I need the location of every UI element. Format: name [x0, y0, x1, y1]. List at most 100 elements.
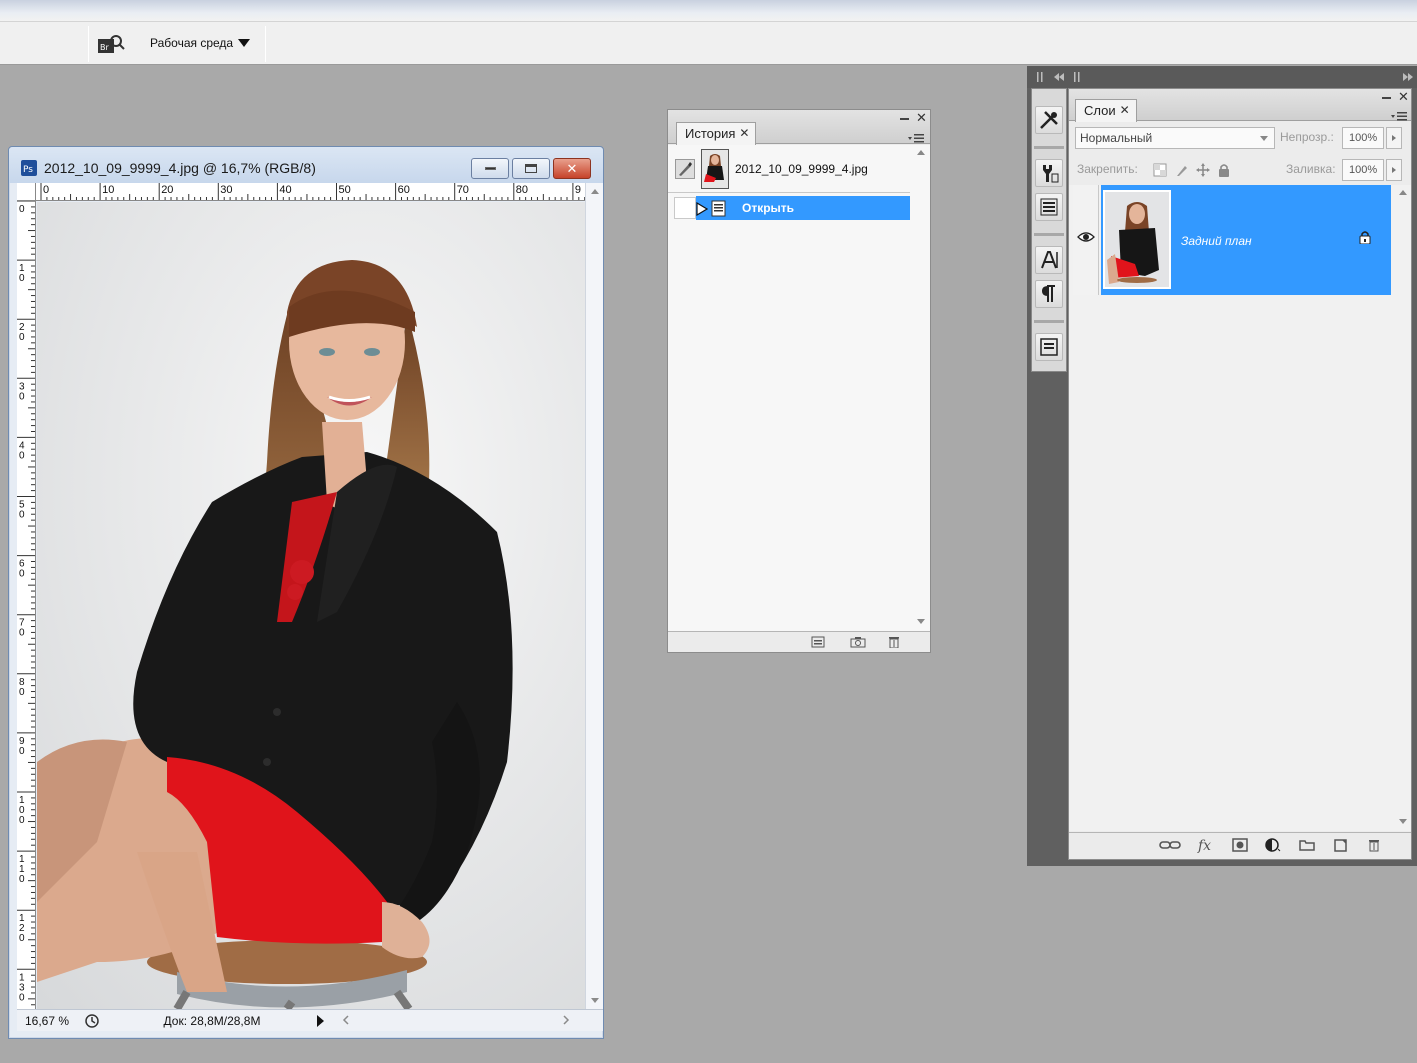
history-panel-header[interactable]: История ✕ ✕ [668, 110, 930, 145]
ruler-label: 10 [102, 184, 114, 196]
history-state-checkbox[interactable] [674, 197, 696, 219]
new-layer-icon[interactable] [1333, 838, 1349, 855]
close-button[interactable]: ✕ [553, 158, 591, 179]
trash-icon[interactable] [887, 636, 901, 649]
bridge-icon[interactable]: Br [97, 32, 125, 56]
lock-position-icon[interactable] [1196, 163, 1210, 177]
scroll-up-icon[interactable] [591, 189, 599, 194]
chevron-down-icon [238, 39, 251, 47]
eye-icon[interactable] [1077, 231, 1095, 243]
tab-history[interactable]: История ✕ [676, 122, 757, 145]
dock-header[interactable] [1027, 66, 1417, 88]
document-title: 2012_10_09_9999_4.jpg @ 16,7% (RGB/8) [44, 160, 316, 176]
ruler-label: 60 [398, 184, 410, 196]
ruler-label: 0 [19, 933, 25, 944]
history-state-item[interactable]: Открыть [668, 195, 910, 221]
layers-panel[interactable]: Слои ✕ ✕ Нормальный Непрозр.: 100% Закре… [1068, 88, 1412, 860]
lock-image-icon[interactable] [1175, 163, 1189, 177]
minimize-button[interactable] [471, 158, 509, 179]
close-tab-icon[interactable]: ✕ [1120, 103, 1130, 122]
layer-style-fx-button[interactable]: fx [1198, 838, 1211, 854]
workspace-label: Рабочая среда [150, 36, 234, 50]
panel-menu-icon[interactable] [908, 132, 924, 143]
opacity-label: Непрозр.: [1280, 130, 1334, 144]
brushes-panel-icon[interactable] [1035, 106, 1063, 134]
opacity-field[interactable]: 100% [1342, 127, 1384, 149]
new-snapshot-icon[interactable] [850, 636, 866, 648]
opacity-slider-toggle[interactable] [1386, 127, 1402, 149]
vertical-ruler[interactable]: 0102030405060708090100110120130 [17, 201, 36, 1009]
layers-panel-header[interactable]: Слои ✕ ✕ [1069, 89, 1411, 122]
vertical-scrollbar[interactable] [585, 183, 603, 1009]
history-state-selected[interactable]: Открыть [696, 196, 910, 220]
paragraph-panel-icon[interactable] [1035, 280, 1063, 308]
history-panel[interactable]: История ✕ ✕ 2012_10_09_9999_4.jpg Открыт… [667, 109, 931, 653]
ruler-label: 0 [19, 450, 25, 461]
zoom-field[interactable]: 16,67 % [17, 1014, 81, 1028]
layer-mask-icon[interactable] [1232, 838, 1248, 855]
layers-footer: fx [1069, 832, 1411, 859]
new-document-from-state-icon[interactable] [811, 636, 825, 648]
ruler-label: 0 [19, 391, 25, 402]
snapshot-thumbnail [701, 148, 729, 189]
layer-visibility-toggle[interactable] [1073, 185, 1099, 295]
ruler-label: 70 [457, 184, 469, 196]
layer-selected[interactable]: Задний план [1101, 185, 1391, 295]
status-info-icon[interactable] [83, 1012, 101, 1030]
character-panel-icon[interactable] [1035, 246, 1063, 274]
maximize-button[interactable] [512, 158, 550, 179]
trash-icon[interactable] [1367, 838, 1381, 855]
tab-layers[interactable]: Слои ✕ [1075, 99, 1137, 122]
layers-scrollbar[interactable] [1395, 185, 1411, 831]
collapsed-panel-strip [1031, 88, 1067, 372]
panel-close-icon[interactable]: ✕ [916, 110, 927, 126]
ruler-label: 0 [19, 569, 25, 580]
close-icon: ✕ [566, 161, 578, 176]
history-pointer-icon [696, 201, 709, 219]
snapshot-name: 2012_10_09_9999_4.jpg [735, 161, 868, 176]
fill-field[interactable]: 100% [1342, 159, 1384, 181]
horizontal-ruler[interactable]: 0 10 20 30 40 50 60 70 80 9 [36, 183, 585, 201]
history-list[interactable]: 2012_10_09_9999_4.jpg Открыть [668, 145, 930, 631]
panel-minimize-icon[interactable] [1382, 97, 1391, 99]
history-snapshot[interactable]: 2012_10_09_9999_4.jpg [668, 145, 910, 193]
horizontal-scrollbar[interactable] [339, 1013, 585, 1027]
new-group-folder-icon[interactable] [1299, 838, 1315, 855]
adjustment-layer-icon[interactable] [1265, 838, 1283, 855]
document-window[interactable]: Ps 2012_10_09_9999_4.jpg @ 16,7% (RGB/8)… [8, 146, 604, 1039]
history-scrollbar[interactable] [912, 145, 930, 631]
fill-label: Заливка: [1286, 162, 1336, 176]
document-titlebar[interactable]: Ps 2012_10_09_9999_4.jpg @ 16,7% (RGB/8)… [9, 147, 603, 183]
ruler-label: 0 [19, 874, 25, 885]
status-menu-arrow-icon[interactable] [317, 1014, 324, 1027]
panel-minimize-icon[interactable] [900, 118, 909, 120]
strip-separator [1034, 233, 1064, 236]
blend-mode-select[interactable]: Нормальный [1075, 127, 1275, 149]
lock-all-icon[interactable] [1217, 163, 1231, 177]
clone-source-panel-icon[interactable] [1035, 159, 1063, 187]
layer-row[interactable]: Задний план [1069, 185, 1391, 295]
panel-menu-icon[interactable] [1391, 110, 1407, 121]
ruler-corner[interactable] [17, 183, 36, 201]
history-brush-source-icon[interactable] [675, 158, 695, 179]
panel-close-icon[interactable]: ✕ [1398, 89, 1409, 105]
ruler-label: 0 [19, 204, 25, 215]
history-footer [668, 631, 930, 652]
tool-presets-panel-icon[interactable] [1035, 193, 1063, 221]
fill-slider-toggle[interactable] [1386, 159, 1402, 181]
workspace-menu-button[interactable]: Рабочая среда [150, 35, 251, 51]
tab-history-label: История [685, 126, 736, 141]
tab-layers-label: Слои [1084, 103, 1116, 118]
close-tab-icon[interactable]: ✕ [739, 126, 749, 145]
image-canvas[interactable] [37, 202, 585, 1009]
blend-mode-value: Нормальный [1080, 131, 1153, 145]
ruler-label: 80 [516, 184, 528, 196]
scroll-down-icon[interactable] [591, 998, 599, 1003]
link-layers-icon[interactable] [1159, 838, 1181, 855]
ruler-label: 0 [43, 184, 49, 196]
ruler-label: 0 [19, 687, 25, 698]
svg-text:Br: Br [100, 43, 109, 52]
layer-list[interactable]: Задний план [1069, 185, 1395, 831]
navigator-panel-icon[interactable] [1035, 333, 1063, 361]
lock-transparent-icon[interactable] [1153, 163, 1167, 177]
